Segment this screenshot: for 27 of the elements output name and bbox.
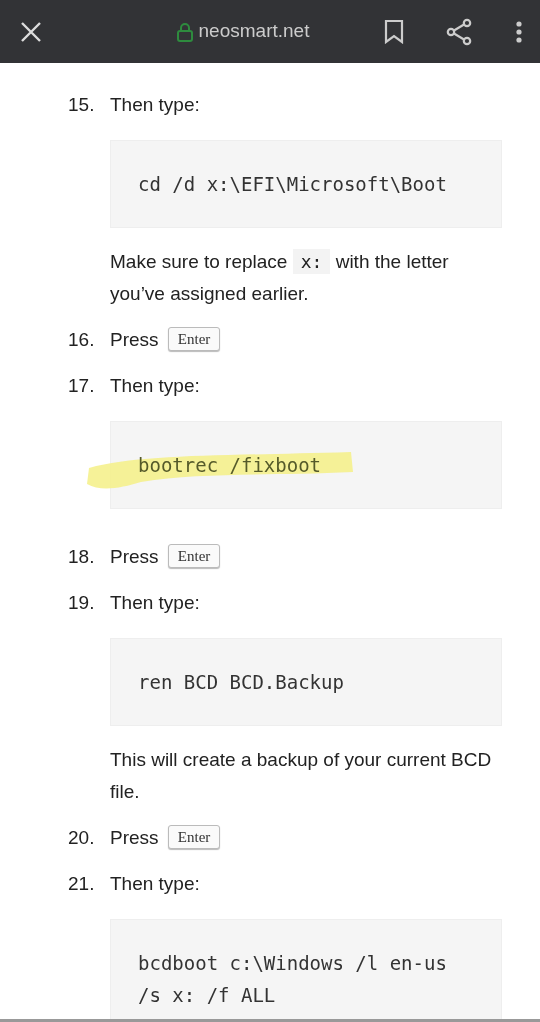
step-number: 21. <box>68 872 96 896</box>
domain-text[interactable]: neosmart.net <box>198 17 310 46</box>
share-icon[interactable] <box>446 17 472 46</box>
step-text: Press <box>110 329 159 350</box>
key-label: Enter <box>167 544 221 568</box>
code-block: bcdboot c:\Windows /l en-us /s x: /f ALL <box>110 919 502 1022</box>
menu-icon[interactable] <box>516 20 522 43</box>
code-block: cd /d x:\EFI\Microsoft\Boot <box>110 140 502 228</box>
note-text: Make sure to replace x: with the letter you’ve assigned earlier. <box>110 248 450 306</box>
step-number: 17. <box>68 374 96 398</box>
step-number: 18. <box>68 545 96 569</box>
bookmark-icon[interactable] <box>384 19 404 44</box>
note-text: This will create a backup of your current BCD file. <box>110 748 493 804</box>
step-text: Then type: <box>110 375 200 396</box>
step-number: 16. <box>68 328 96 352</box>
step-text: Press <box>110 827 159 848</box>
step-text: Then type: <box>110 592 200 613</box>
step-number: 19. <box>68 591 96 615</box>
step-number: 20. <box>68 826 96 850</box>
close-icon[interactable] <box>20 20 42 43</box>
step-text: Then type: <box>110 873 200 894</box>
step-text: Press <box>110 546 159 567</box>
step-number: 15. <box>68 93 96 117</box>
step-text: Then type: <box>110 94 200 115</box>
key-label: Enter <box>167 825 221 849</box>
key-label: Enter <box>167 327 221 351</box>
code-block: ren BCD BCD.Backup <box>110 638 502 726</box>
